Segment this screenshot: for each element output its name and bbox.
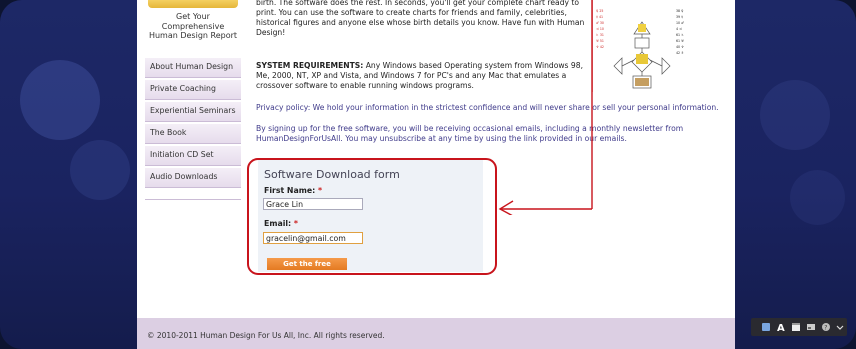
- bodygraph-icon: ♀ 25 ☿ 41 ♂ 30 ♃ 10 ♄ 31 ♅ 51 ♆ 42 38 ♀ 39 ☿ 1…: [591, 0, 692, 92]
- background-right: [728, 0, 856, 349]
- page-footer: © 2010-2011 Human Design For Us All, Inc…: [137, 318, 735, 349]
- svg-text:A: A: [777, 323, 785, 332]
- sidebar-item-private-coaching[interactable]: Private Coaching: [145, 80, 241, 100]
- svg-text:42 ♇: 42 ♇: [676, 51, 684, 55]
- chevron-down-icon[interactable]: [835, 322, 845, 332]
- bodygraph-chart-image: ♀ 25 ☿ 41 ♂ 30 ♃ 10 ♄ 31 ♅ 51 ♆ 42 38 ♀ 39 ☿ 1…: [591, 0, 692, 92]
- system-requirements-label: SYSTEM REQUIREMENTS:: [256, 61, 364, 70]
- privacy-policy: Privacy policy: We hold your information…: [256, 103, 719, 112]
- svg-text:♄ 31: ♄ 31: [596, 33, 604, 37]
- copyright-text: © 2010-2011 Human Design For Us All, Inc…: [147, 331, 385, 340]
- screen-frame: Get Your Comprehensive Human Design Repo…: [0, 0, 856, 349]
- window-icon[interactable]: [791, 322, 801, 332]
- report-promo-banner: [148, 0, 238, 8]
- annotation-highlight-box: [247, 158, 497, 275]
- svg-text:♀ 25: ♀ 25: [596, 9, 603, 13]
- sidebar-divider: [145, 191, 241, 200]
- svg-text:10 ♂: 10 ♂: [676, 21, 684, 25]
- bokeh-light: [70, 140, 130, 200]
- bokeh-light: [20, 60, 100, 140]
- svg-text:61 ♄: 61 ♄: [676, 33, 684, 37]
- svg-text:☿ 41: ☿ 41: [596, 15, 603, 19]
- sidebar-nav: About Human Design Private Coaching Expe…: [145, 58, 241, 200]
- sidebar-item-audio-downloads[interactable]: Audio Downloads: [145, 168, 241, 188]
- svg-text:39 ☿: 39 ☿: [676, 15, 683, 19]
- annotation-arrow: [498, 0, 593, 215]
- svg-text:38 ♀: 38 ♀: [676, 9, 683, 13]
- image-icon[interactable]: [806, 322, 816, 332]
- font-a-icon[interactable]: A: [776, 322, 786, 332]
- help-icon[interactable]: ?: [821, 322, 831, 332]
- svg-text:♆ 42: ♆ 42: [596, 45, 604, 49]
- sidebar-item-initiation-cd-set[interactable]: Initiation CD Set: [145, 146, 241, 166]
- svg-text:4 ♃: 4 ♃: [676, 27, 682, 31]
- bokeh-light: [760, 80, 830, 150]
- sidebar-item-about-human-design[interactable]: About Human Design: [145, 58, 241, 78]
- report-promo-label[interactable]: Get Your Comprehensive Human Design Repo…: [145, 12, 241, 41]
- svg-text:♅ 51: ♅ 51: [596, 39, 604, 43]
- svg-text:♂ 30: ♂ 30: [596, 21, 604, 25]
- report-promo[interactable]: Get Your Comprehensive Human Design Repo…: [145, 0, 241, 50]
- sidebar-item-experiential-seminars[interactable]: Experiential Seminars: [145, 102, 241, 122]
- bokeh-light: [790, 170, 845, 225]
- app-icon[interactable]: [761, 322, 771, 332]
- svg-text:40 ♆: 40 ♆: [676, 45, 684, 49]
- sidebar-item-the-book[interactable]: The Book: [145, 124, 241, 144]
- svg-text:?: ?: [824, 325, 827, 332]
- system-tray-toolbar: A ?: [751, 318, 847, 336]
- svg-text:61 ♅: 61 ♅: [676, 39, 684, 43]
- svg-text:♃ 10: ♃ 10: [596, 27, 604, 31]
- signup-note: By signing up for the free software, you…: [256, 124, 684, 143]
